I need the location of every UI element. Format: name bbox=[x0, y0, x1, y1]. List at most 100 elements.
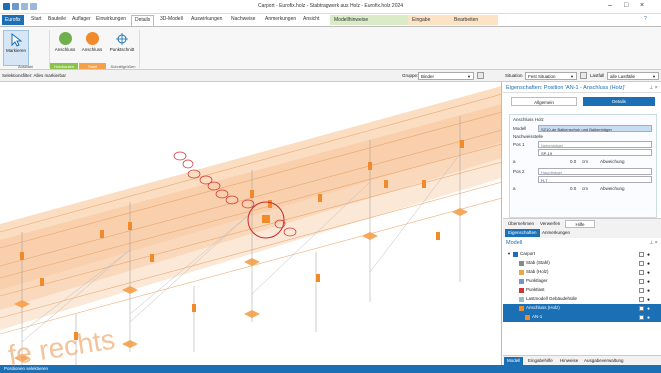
loadcase-label: Lastfall bbox=[590, 73, 605, 78]
anschluss-holz-button[interactable]: Anschluss bbox=[52, 30, 78, 66]
point-load-icon bbox=[519, 288, 524, 293]
tab-anmerkungen[interactable]: Anmerkungen bbox=[539, 229, 573, 237]
model-field[interactable]: SZ10-de Balkenschuh und Balkenträger bbox=[538, 125, 652, 132]
pin-icon[interactable]: ⊥ × bbox=[649, 85, 658, 91]
menu-details[interactable]: Details bbox=[131, 15, 155, 26]
hilfe-button[interactable]: Hilfe bbox=[565, 220, 595, 228]
situation-value: Fest Situation bbox=[528, 74, 556, 79]
menu-eingabe[interactable]: Eingabe bbox=[408, 15, 450, 25]
chevron-down-icon: ▼ bbox=[570, 74, 574, 79]
menu-modellhinweise[interactable]: Modellhinweise bbox=[330, 15, 408, 25]
tab-allgemein[interactable]: Allgemein bbox=[511, 97, 577, 106]
nachweis-label: Nachweisstelle bbox=[513, 134, 544, 139]
tree-item[interactable]: Lastmodell Gebäudehülle bbox=[503, 295, 661, 304]
eye-icon[interactable]: ● bbox=[647, 315, 650, 321]
loadcase-value: alle Lastfälle bbox=[610, 74, 636, 79]
anschluss-stahl-button[interactable]: Anschluss bbox=[79, 30, 105, 66]
situation-select[interactable]: Fest Situation ▼ bbox=[525, 72, 577, 80]
group-stahl: Stahl bbox=[79, 63, 106, 69]
maximize-button[interactable]: □ bbox=[624, 2, 628, 9]
selected-connection bbox=[262, 215, 270, 223]
eye-icon[interactable]: ● bbox=[647, 279, 650, 285]
menu-einwirkungen[interactable]: Einwirkungen bbox=[96, 16, 126, 22]
tab-details[interactable]: Details bbox=[583, 97, 655, 106]
pos1-value-field[interactable]: SP-19 bbox=[538, 149, 652, 156]
model-viewport[interactable]: fe rechts bbox=[0, 82, 502, 370]
punktschnitt-button[interactable]: Punktschnitt bbox=[107, 30, 137, 66]
visibility-checkbox[interactable] bbox=[639, 261, 644, 266]
loadcase-select[interactable]: alle Lastfälle ▼ bbox=[607, 72, 659, 80]
markieren-label: Markieren bbox=[5, 48, 26, 53]
menu-eurofix[interactable]: Eurofix bbox=[2, 15, 24, 25]
properties-title: Eigenschaften: Position 'AN-1 - Anschlus… bbox=[503, 83, 661, 93]
menu-bar: Eurofix Start Bauteile Auflager Einwirku… bbox=[0, 14, 661, 26]
tree-item[interactable]: Stab (Stahl) bbox=[503, 259, 661, 268]
connection-icon bbox=[525, 315, 530, 320]
eye-icon[interactable]: ● bbox=[647, 270, 650, 276]
tab-modell[interactable]: Modell bbox=[504, 357, 524, 365]
tab-eingabehilfe[interactable]: Eingabehilfe bbox=[525, 357, 556, 365]
verwerfen-button[interactable]: Verwerfen bbox=[537, 220, 563, 228]
tree-item[interactable]: Anschluss (Holz) bbox=[503, 304, 661, 313]
eye-icon[interactable]: ● bbox=[647, 306, 650, 312]
menu-nachweise[interactable]: Nachweise bbox=[231, 16, 255, 22]
action-tabs: Übernehmen Verwerfen Hilfe Eigenschaften… bbox=[503, 218, 661, 238]
punktschnitt-label: Punktschnitt bbox=[109, 47, 135, 52]
eye-icon[interactable]: ● bbox=[647, 252, 650, 258]
eye-icon[interactable]: ● bbox=[647, 261, 650, 267]
pos2-value-field[interactable]: H-7 bbox=[538, 176, 652, 183]
menu-3d-modell[interactable]: 3D-Modell bbox=[160, 16, 183, 22]
tree-item[interactable]: Punktlast bbox=[503, 286, 661, 295]
chevron-down-icon[interactable]: ▼ bbox=[507, 251, 511, 256]
visibility-checkbox[interactable] bbox=[639, 288, 644, 293]
group-select[interactable]: Binder ▼ bbox=[418, 72, 474, 80]
selection-filter[interactable]: Selektionsfilter: Alles markierbar bbox=[2, 73, 66, 78]
pos1-name-field: Nebenträger bbox=[538, 141, 652, 148]
pin-icon[interactable]: ⊥ × bbox=[649, 240, 658, 246]
group-schnittgroessen: Schnittgrößen bbox=[110, 63, 136, 69]
eye-icon[interactable]: ● bbox=[647, 297, 650, 303]
group-holzbauten: Holzbauten bbox=[50, 63, 78, 69]
a1-value[interactable]: 0.0 bbox=[570, 159, 576, 164]
tab-ausgabeverwaltung[interactable]: Ausgabeverwaltung bbox=[581, 357, 627, 365]
visibility-checkbox[interactable] bbox=[639, 270, 644, 275]
uebernehmen-button[interactable]: Übernehmen bbox=[505, 220, 537, 228]
menu-anmerkungen[interactable]: Anmerkungen bbox=[265, 16, 296, 22]
markieren-button[interactable]: Markieren bbox=[3, 30, 29, 66]
tree-item-label: AN-1 bbox=[532, 314, 543, 319]
filter-toolbar: Selektionsfilter: Alles markierbar Grupp… bbox=[0, 70, 661, 82]
close-button[interactable]: × bbox=[640, 2, 644, 9]
tree-item[interactable]: ▼ Carport bbox=[503, 250, 661, 259]
chevron-down-icon: ▼ bbox=[652, 74, 656, 79]
tree-item[interactable]: AN-1 bbox=[503, 313, 661, 322]
minimize-button[interactable]: – bbox=[608, 2, 612, 9]
menu-bearbeiten[interactable]: Bearbeiten bbox=[450, 15, 498, 25]
visibility-checkbox[interactable] bbox=[639, 315, 644, 320]
tree-item-label: Lastmodell Gebäudehülle bbox=[526, 296, 578, 301]
eye-icon[interactable]: ● bbox=[647, 288, 650, 294]
tree-item[interactable]: Punktlager bbox=[503, 277, 661, 286]
help-icon[interactable]: ? bbox=[644, 16, 647, 22]
ribbon-divider bbox=[139, 30, 140, 68]
tab-hinweise[interactable]: Hinweise bbox=[557, 357, 581, 365]
visibility-checkbox[interactable] bbox=[639, 306, 644, 311]
visibility-checkbox[interactable] bbox=[639, 252, 644, 257]
menu-auflager[interactable]: Auflager bbox=[72, 16, 91, 22]
menu-bauteile[interactable]: Bauteile bbox=[48, 16, 66, 22]
section-title: Anschluss Holz bbox=[513, 117, 544, 122]
a2-deviation: Abweichung bbox=[600, 186, 625, 191]
tree-item[interactable]: Stab (Holz) bbox=[503, 268, 661, 277]
tree-item-label: Carport bbox=[520, 251, 536, 256]
menu-ansicht[interactable]: Ansicht bbox=[303, 16, 319, 22]
menu-auswirkungen[interactable]: Auswirkungen bbox=[191, 16, 222, 22]
filter-icon[interactable] bbox=[477, 72, 484, 79]
a2-unit: cm bbox=[582, 186, 588, 191]
anschluss-stahl-icon bbox=[85, 32, 99, 45]
menu-start[interactable]: Start bbox=[31, 16, 42, 22]
filter-icon[interactable] bbox=[580, 72, 587, 79]
a2-value[interactable]: 0.0 bbox=[570, 186, 576, 191]
visibility-checkbox[interactable] bbox=[639, 279, 644, 284]
title-bar: Carport - Eurofix.holz - Stabtragwerk au… bbox=[0, 0, 661, 14]
tab-eigenschaften[interactable]: Eigenschaften bbox=[505, 229, 540, 237]
visibility-checkbox[interactable] bbox=[639, 297, 644, 302]
